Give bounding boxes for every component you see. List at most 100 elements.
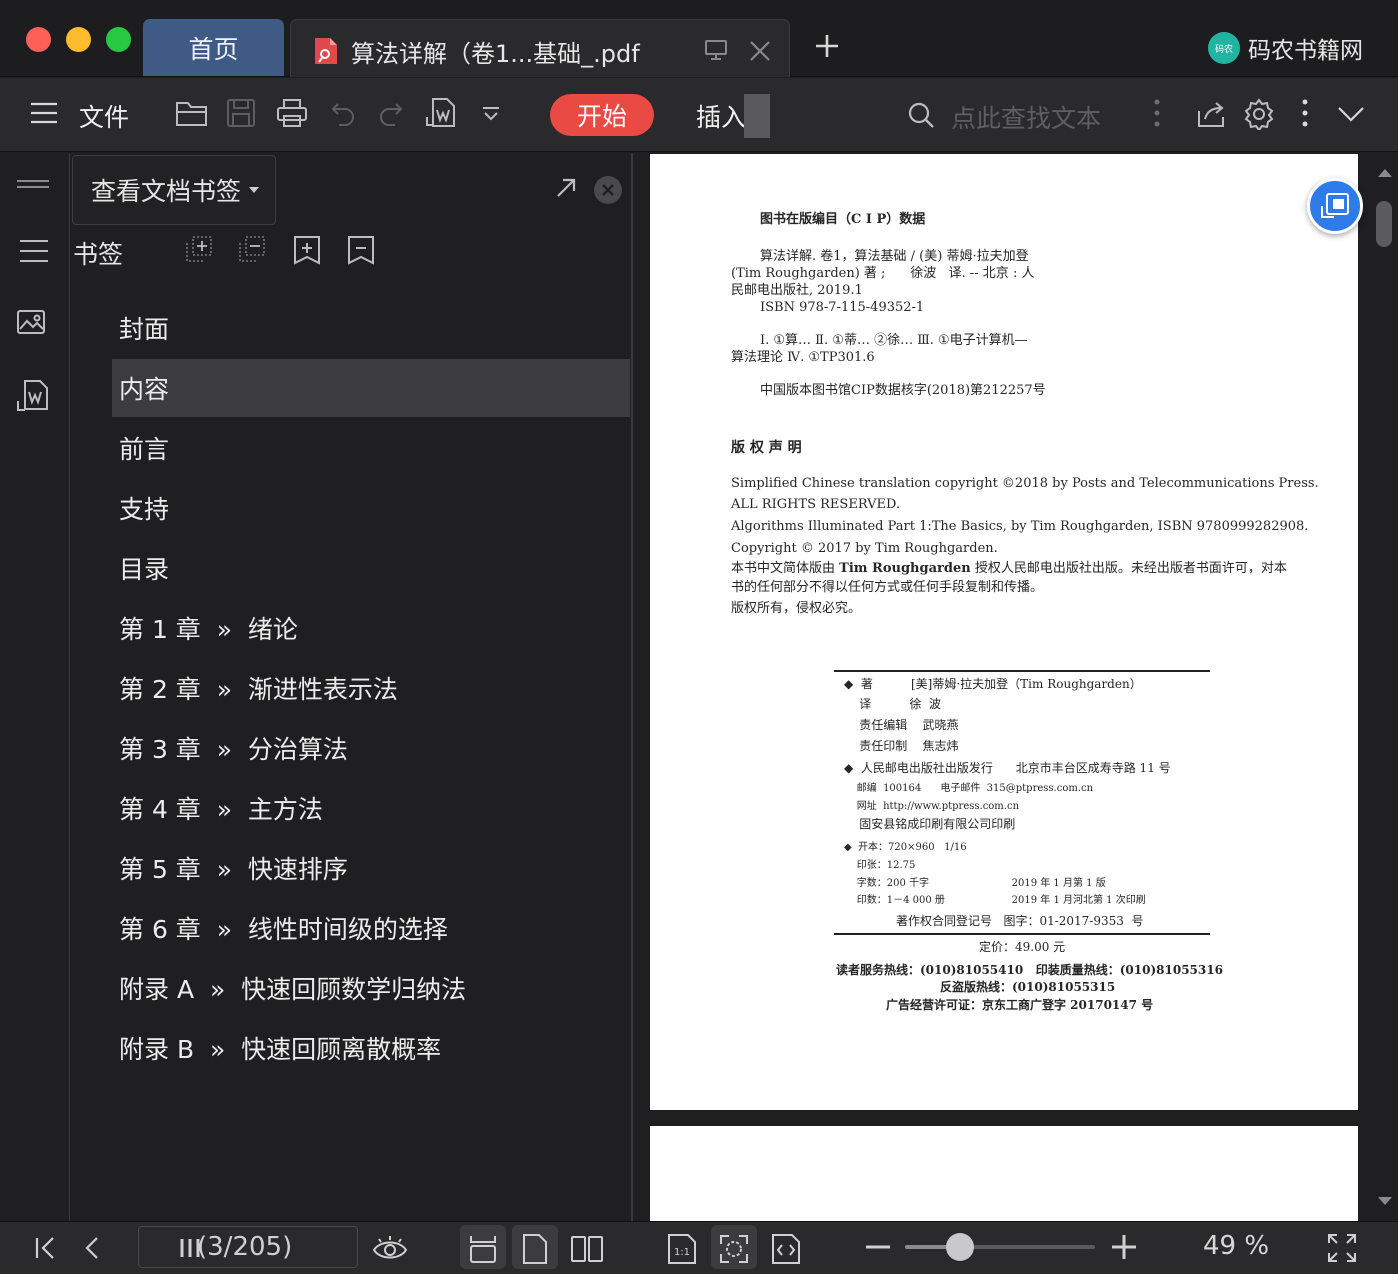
menu-icon[interactable] (30, 102, 58, 124)
zoom-in-icon[interactable] (1111, 1234, 1137, 1260)
new-tab-icon[interactable] (814, 33, 840, 59)
publisher-line: ◆ 人民邮电出版社出版发行 北京市丰台区成寿寺路 11 号 (844, 761, 1171, 775)
scroll-up-arrow[interactable] (1378, 169, 1392, 177)
previous-page-icon[interactable] (84, 1236, 100, 1260)
bookmark-item[interactable]: 第 4 章 » 主方法 (112, 778, 630, 838)
zoom-slider-knob[interactable] (946, 1233, 975, 1261)
insert-tab-button[interactable]: 插入 (696, 98, 746, 134)
cip-title: 图书在版编目（C I P）数据 (760, 212, 926, 227)
bookmark-item[interactable]: 封面 (112, 298, 630, 358)
chevron-down-icon[interactable] (1337, 106, 1365, 122)
bookmark-item[interactable]: 内容 (112, 359, 630, 417)
bookmark-item-label: 第 5 章 » 快速排序 (119, 855, 348, 884)
bookmark-panel-title: 书签 (73, 240, 124, 269)
redo-icon[interactable] (378, 100, 404, 126)
fit-page-icon (720, 1235, 748, 1263)
toolbar-scroll-right[interactable] (744, 94, 770, 138)
tab-document[interactable]: 算法详解（卷1...基础_.pdf (290, 19, 790, 77)
file-menu[interactable]: 文件 (79, 98, 129, 134)
credit-line: 责任印制 焦志炜 (844, 739, 959, 753)
search-icon[interactable] (907, 101, 935, 129)
bookmark-view-select[interactable]: 查看文档书签 (72, 155, 276, 225)
single-page-icon (523, 1234, 547, 1264)
minimize-window-button[interactable] (66, 27, 91, 52)
print-icon[interactable] (276, 98, 308, 128)
spec-line: ◆ 开本：720×960 1/16 (844, 842, 967, 853)
credit-line: ◆ 著 [美]蒂姆·拉夫加登（Tim Roughgarden） (844, 677, 1142, 691)
title-bar: 首页 算法详解（卷1...基础_.pdf 码农 码农书籍网 (0, 0, 1398, 77)
rights-line: 版权所有，侵权必究。 (731, 601, 862, 616)
zoom-window-button[interactable] (106, 27, 131, 52)
rights-author: Tim Roughgarden (839, 561, 971, 576)
pdf-to-word-icon[interactable] (425, 97, 457, 129)
first-page-icon[interactable] (34, 1236, 56, 1260)
publisher-line: 邮编 100164 电子邮件 315@ptpress.com.cn (844, 783, 1094, 794)
fit-width-icon[interactable] (771, 1233, 801, 1265)
bookmark-item[interactable]: 第 3 章 » 分治算法 (112, 718, 630, 778)
close-tab-icon[interactable] (749, 40, 771, 62)
tab-home[interactable]: 首页 (143, 19, 284, 76)
document-viewer[interactable]: 图书在版编目（C I P）数据 算法详解. 卷1，算法基础 / (美) 蒂姆·拉… (635, 153, 1398, 1221)
bookmark-item[interactable]: 第 2 章 » 渐进性表示法 (112, 658, 630, 718)
collapse-all-icon[interactable] (238, 235, 266, 263)
undo-icon[interactable] (330, 100, 356, 126)
convert-floating-button[interactable] (1307, 178, 1363, 234)
rights-line: ALL RIGHTS RESERVED. (731, 497, 901, 512)
zoom-out-icon[interactable] (866, 1245, 890, 1249)
spec-line: 印张：12.75 (844, 860, 916, 871)
two-page-icon[interactable] (570, 1233, 604, 1265)
start-tab-button[interactable]: 开始 (550, 94, 654, 136)
bookmark-item[interactable]: 支持 (112, 478, 630, 538)
rights-title: 版 权 声 明 (731, 440, 802, 456)
more-options-icon[interactable] (1301, 98, 1309, 128)
actual-size-icon[interactable]: 1:1 (667, 1233, 697, 1265)
bookmark-item-label: 第 6 章 » 线性时间级的选择 (119, 915, 448, 944)
monitor-icon[interactable] (705, 40, 727, 60)
bookmark-panel: 查看文档书签 书签 封面 内容 前言 支持 目录第 1 章 » 绪论第 2 章 » 渐进… (71, 153, 633, 1221)
eye-protection-icon[interactable] (372, 1234, 408, 1262)
pdf-page: 图书在版编目（C I P）数据 算法详解. 卷1，算法基础 / (美) 蒂姆·拉… (650, 154, 1358, 1110)
bookmark-item-label: 附录 A » 快速回顾数学归纳法 (119, 975, 467, 1004)
fullscreen-icon[interactable] (1327, 1233, 1357, 1263)
pdf-to-word-rail-icon[interactable] (16, 379, 50, 413)
cip-line: Ⅰ. ①算… Ⅱ. ①蒂… ②徐… Ⅲ. ①电子计算机— (760, 333, 1028, 348)
close-window-button[interactable] (26, 27, 51, 52)
bookmark-item[interactable]: 第 6 章 » 线性时间级的选择 (112, 898, 630, 958)
bookmarks-list-icon[interactable] (16, 239, 50, 263)
close-icon (602, 184, 614, 196)
collapse-panel-icon[interactable] (16, 179, 50, 189)
share-icon[interactable] (1197, 99, 1227, 129)
zoom-percentage[interactable]: 49 % (1203, 1231, 1269, 1261)
toolbar: 文件 开始 插入 点此查找文本 (0, 78, 1398, 152)
rights-line: Simplified Chinese translation copyright… (731, 476, 1319, 491)
remove-bookmark-icon[interactable] (347, 235, 375, 265)
pop-out-icon[interactable] (555, 177, 577, 199)
bookmark-item[interactable]: 第 5 章 » 快速排序 (112, 838, 630, 898)
more-vertical-icon[interactable] (1153, 98, 1161, 128)
registration-line: 著作权合同登记号 图字：01-2017-9353 号 (896, 914, 1144, 928)
page-indicator[interactable]: (3/205) (138, 1226, 358, 1268)
vertical-scrollbar-thumb[interactable] (1376, 201, 1392, 247)
bookmark-item-label: 第 1 章 » 绪论 (119, 615, 298, 644)
open-folder-icon[interactable] (175, 98, 209, 128)
expand-all-icon[interactable] (185, 235, 213, 263)
page-bars-icon (180, 1239, 200, 1257)
settings-gear-icon[interactable] (1243, 98, 1275, 130)
rights-line: 书的任何部分不得以任何方式或任何手段复制和传播。 (731, 580, 1044, 595)
bookmark-item-label: 第 4 章 » 主方法 (119, 795, 323, 824)
bookmark-item[interactable]: 附录 B » 快速回顾离散概率 (112, 1018, 630, 1078)
search-input[interactable]: 点此查找文本 (951, 99, 1101, 135)
save-icon[interactable] (226, 98, 256, 128)
hotline-line: 读者服务热线：(010)81055410 印装质量热线：(010)8105531… (836, 963, 1223, 977)
publisher-line: 固安县铭成印刷有限公司印刷 (844, 817, 1016, 831)
bookmark-item[interactable]: 目录 (112, 538, 630, 598)
scroll-down-arrow[interactable] (1378, 1197, 1392, 1205)
bookmark-item[interactable]: 附录 A » 快速回顾数学归纳法 (112, 958, 630, 1018)
thumbnails-image-icon[interactable] (16, 309, 48, 337)
close-panel-button[interactable] (594, 176, 622, 204)
bookmark-item[interactable]: 前言 (112, 418, 630, 478)
add-bookmark-icon[interactable] (293, 235, 321, 265)
bookmark-item[interactable]: 第 1 章 » 绪论 (112, 598, 630, 658)
svg-text:1:1: 1:1 (674, 1247, 690, 1258)
more-tools-icon[interactable] (481, 106, 501, 122)
